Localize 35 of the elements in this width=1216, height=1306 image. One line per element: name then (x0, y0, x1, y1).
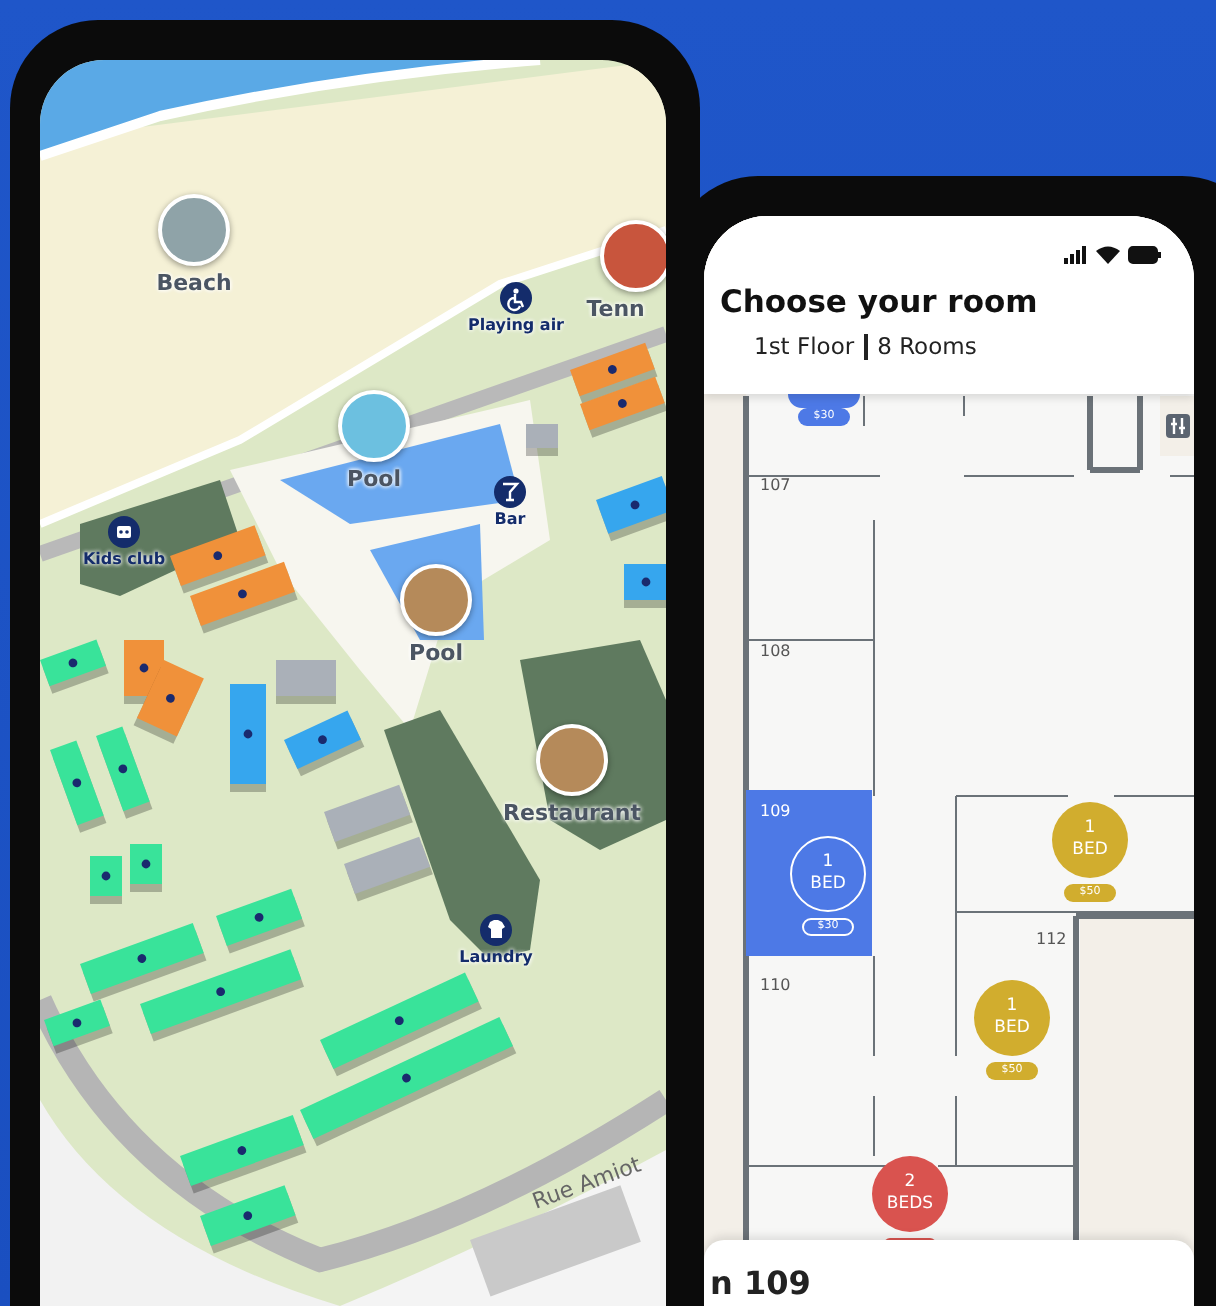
room-number: 110 (760, 976, 791, 994)
building[interactable] (90, 856, 122, 904)
place-label: Tenn (586, 296, 645, 322)
wheelchair-icon[interactable] (500, 282, 532, 314)
place-label: Laundry (459, 948, 533, 966)
place-label: Beach (156, 270, 232, 296)
signal-icon (1064, 246, 1088, 264)
place-label: Bar (494, 510, 526, 528)
room-marker[interactable] (788, 394, 860, 408)
room-number: 108 (760, 642, 791, 660)
sheet-title: n 109 (710, 1266, 811, 1302)
room-number: 112 (1036, 930, 1067, 948)
building[interactable] (133, 660, 204, 744)
battery-icon (1128, 246, 1162, 264)
room-marker[interactable]: 1 BED (790, 836, 866, 912)
shirt-icon[interactable] (480, 914, 512, 946)
room-number: 107 (760, 476, 791, 494)
screen-title: Choose your room (720, 284, 1038, 320)
building[interactable] (130, 844, 162, 892)
divider-line (864, 333, 868, 359)
street-label: Rue Amiot (529, 1151, 645, 1215)
toy-icon[interactable] (108, 516, 140, 548)
room-number: 109 (760, 802, 791, 820)
place-label: Kids club (82, 550, 166, 568)
cocktail-icon[interactable] (494, 476, 526, 508)
place-label: Playing air (468, 316, 564, 334)
floor-label: 1st Floor (754, 332, 855, 360)
building[interactable] (324, 784, 413, 850)
room-count: 8 Rooms (877, 332, 977, 360)
wifi-icon (1096, 246, 1120, 264)
place-label: Pool (409, 640, 463, 666)
filter-icon[interactable] (1166, 414, 1190, 438)
building[interactable] (344, 836, 433, 902)
place-label: Pool (347, 466, 401, 492)
building[interactable] (624, 564, 666, 608)
